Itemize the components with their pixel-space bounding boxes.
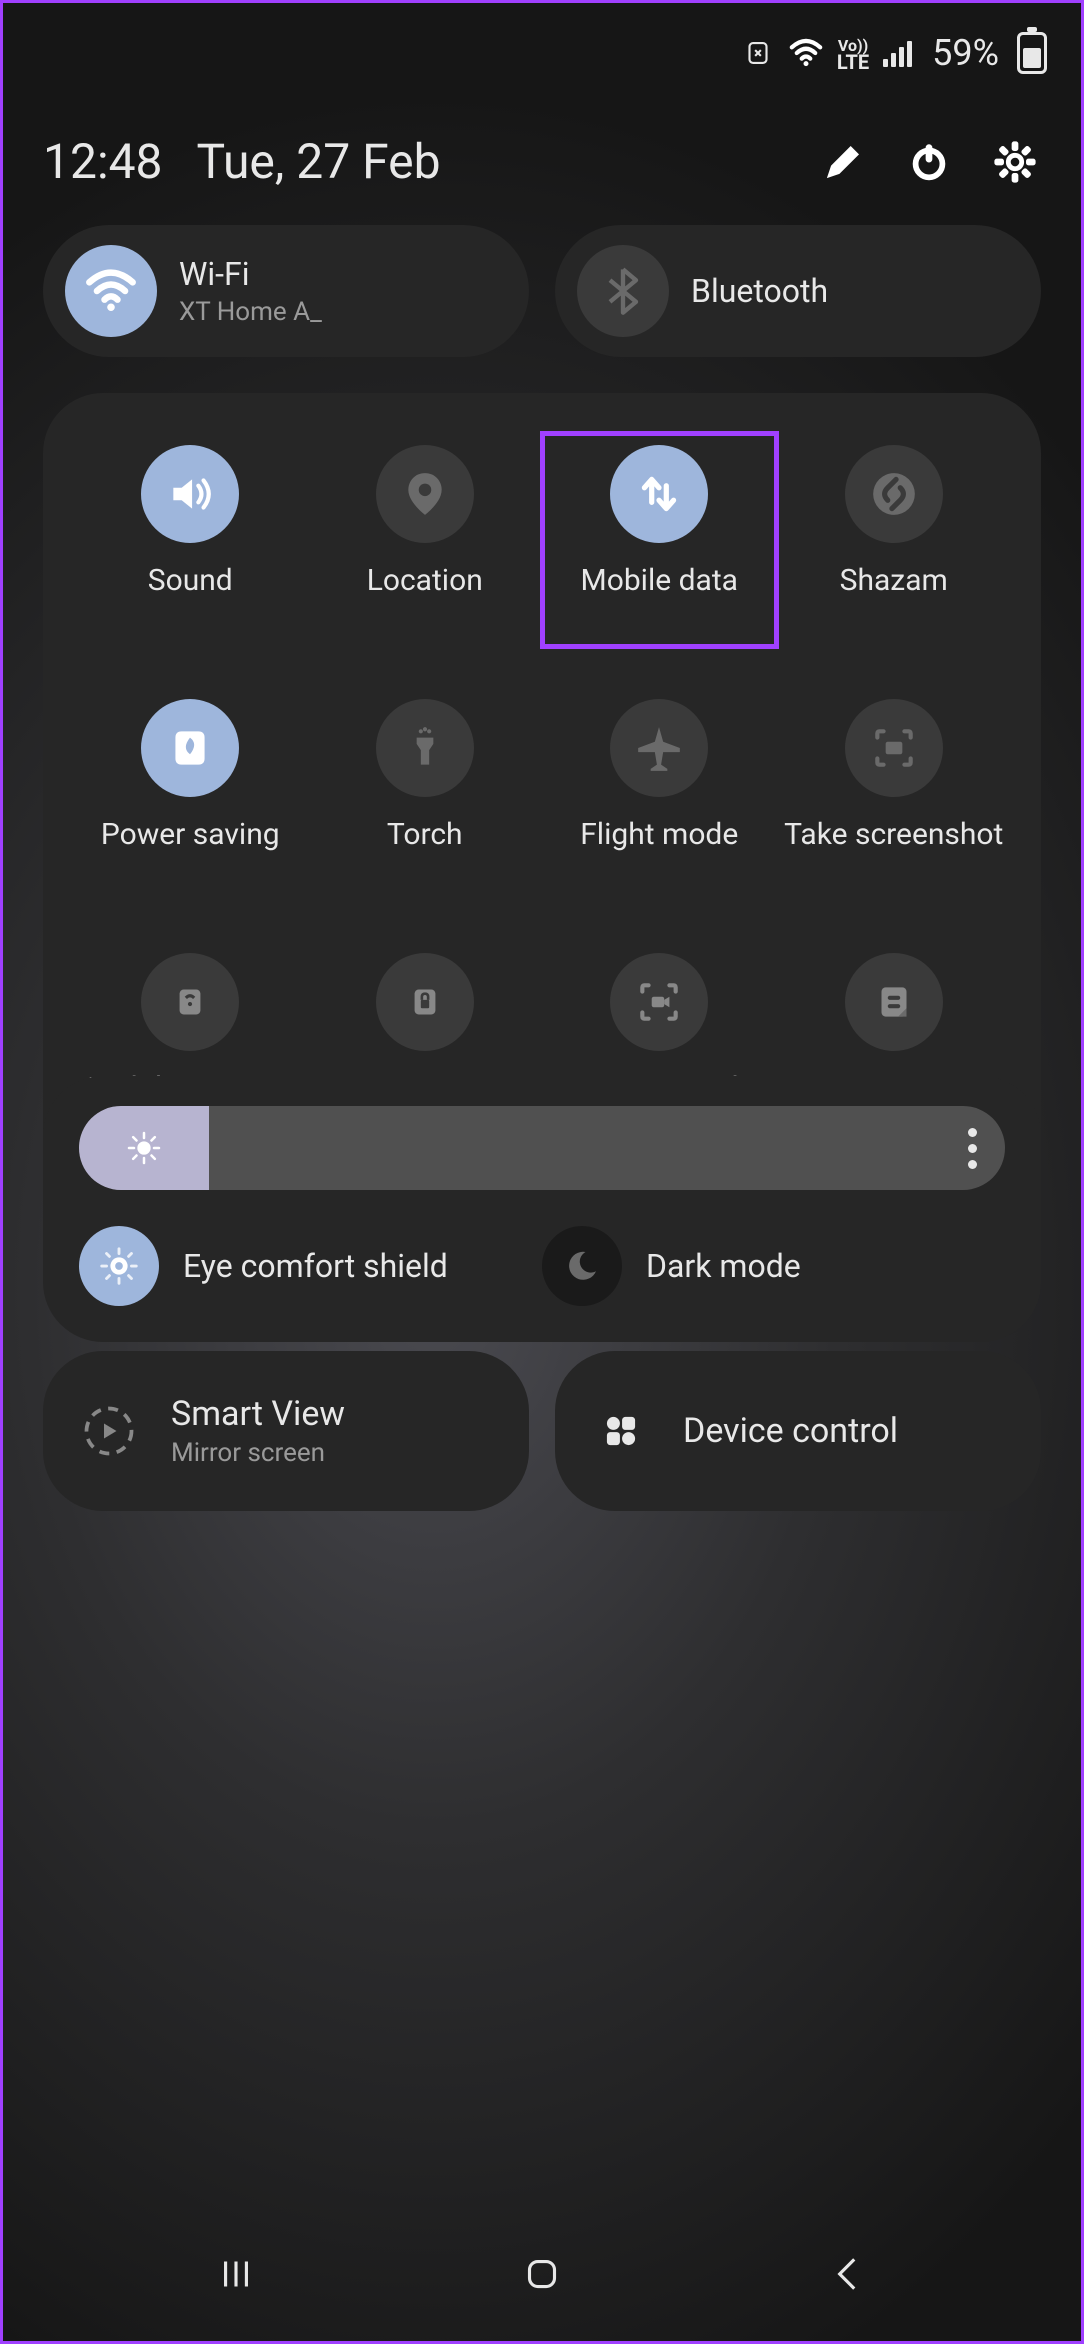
tile-label: Flight mode [580,817,738,889]
bluetooth-pill[interactable]: Bluetooth [555,225,1041,357]
tile-label: Torch [387,817,463,889]
data-icon [610,445,708,543]
device-grid-icon [585,1395,657,1467]
hotspot-icon [141,953,239,1051]
back-button[interactable] [823,2249,873,2303]
brightness-thumb[interactable] [79,1106,209,1190]
brightness-panel: Eye comfort shield Dark mode [43,1076,1041,1342]
battery-icon [1017,32,1047,74]
power-button[interactable] [903,136,955,188]
tile-power-saving[interactable]: Power saving [73,687,308,901]
wifi-pill[interactable]: Wi-Fi XT Home A_ [43,225,529,357]
tile-label: Location [367,563,483,635]
bluetooth-icon [577,245,669,337]
location-icon [376,445,474,543]
smart-view-title: Smart View [171,1394,345,1434]
clock-date[interactable]: Tue, 27 Feb [197,133,441,190]
tile-shazam[interactable]: Shazam [777,433,1012,647]
brightness-slider[interactable] [79,1106,1005,1190]
tile-screenshot[interactable]: Take screenshot [777,687,1012,901]
torch-icon [376,699,474,797]
tile-label: Power saving [101,817,280,889]
recents-button[interactable] [211,2249,261,2303]
wifi-label: Wi-Fi [179,255,322,293]
lock-icon [376,953,474,1051]
tile-label: Mobile data [581,563,738,635]
tile-sound[interactable]: Sound [73,433,308,647]
device-control-card[interactable]: Device control [555,1351,1041,1511]
connectivity-pills: Wi-Fi XT Home A_ Bluetooth [43,225,1041,357]
home-button[interactable] [517,2249,567,2303]
note-icon [845,953,943,1051]
battery-percent: 59% [932,32,999,74]
wifi-icon [65,245,157,337]
eye-comfort-icon [79,1226,159,1306]
volte-indicator: Vo))LTE [837,35,869,71]
dark-mode-label: Dark mode [646,1247,801,1285]
eye-comfort-label: Eye comfort shield [183,1247,448,1285]
navigation-bar [3,2231,1081,2321]
bottom-cards: Smart View Mirror screen Device control [43,1351,1041,1511]
shazam-icon [845,445,943,543]
tile-label: Take screenshot [784,817,1003,889]
tile-location[interactable]: Location [308,433,543,647]
clock-time[interactable]: 12:48 [43,133,163,190]
device-control-title: Device control [683,1411,898,1451]
notification-icon [741,36,775,70]
dark-mode-toggle[interactable]: Dark mode [542,1220,1005,1312]
screenshot-icon [845,699,943,797]
smart-view-sub: Mirror screen [171,1438,345,1468]
eye-comfort-toggle[interactable]: Eye comfort shield [79,1220,542,1312]
tile-mobile-data[interactable]: Mobile data [542,433,777,647]
signal-icon [883,39,912,67]
brightness-menu-button[interactable] [968,1128,977,1169]
edit-button[interactable] [817,136,869,188]
tile-flight-mode[interactable]: Flight mode [542,687,777,901]
sound-icon [141,445,239,543]
wifi-network: XT Home A_ [179,297,322,327]
tile-label: Shazam [840,563,948,635]
wifi-status-icon [789,36,823,70]
plane-icon [610,699,708,797]
sun-icon [124,1128,164,1168]
bluetooth-label: Bluetooth [691,272,828,310]
panel-header: 12:48 Tue, 27 Feb [3,133,1081,190]
tile-label: Sound [148,563,233,635]
status-bar: Vo))LTE 59% [3,3,1081,103]
cast-icon [73,1395,145,1467]
record-icon [610,953,708,1051]
settings-button[interactable] [989,136,1041,188]
tile-torch[interactable]: Torch [308,687,543,901]
leaf-icon [141,699,239,797]
moon-icon [542,1226,622,1306]
smart-view-card[interactable]: Smart View Mirror screen [43,1351,529,1511]
